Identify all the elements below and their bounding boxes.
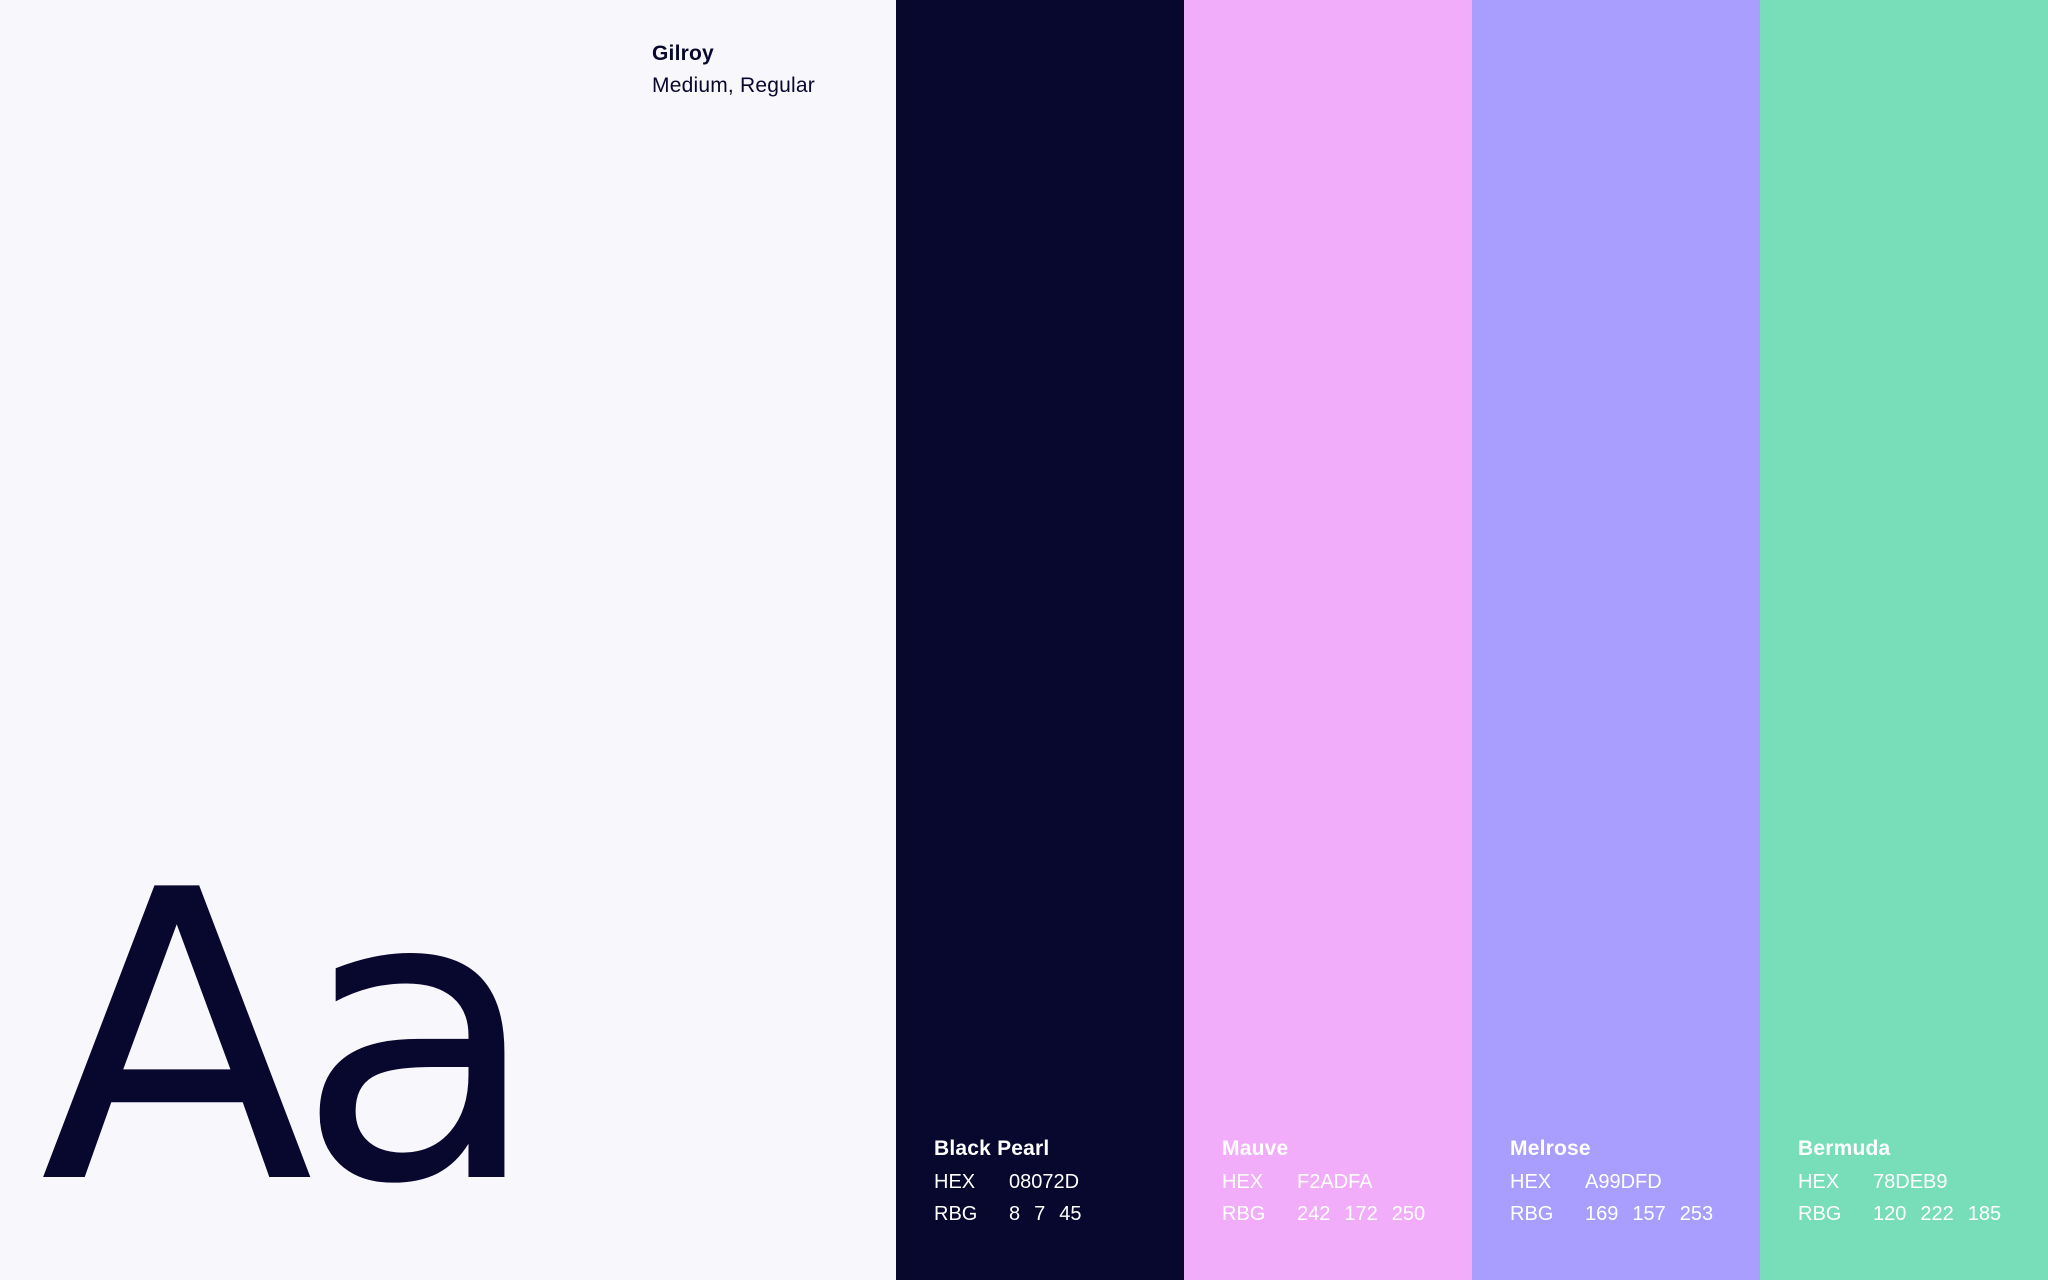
- typography-panel: Gilroy Medium, Regular Aa: [0, 0, 896, 1280]
- rgb-b-value: 253: [1679, 1203, 1714, 1225]
- hex-label: HEX: [934, 1171, 976, 1193]
- rgb-g-value: 7: [1034, 1203, 1046, 1225]
- rgb-g-value: 157: [1632, 1203, 1666, 1225]
- swatch-name: Black Pearl: [934, 1137, 1050, 1160]
- hex-label: HEX: [1510, 1171, 1552, 1193]
- hex-value: 78DEB9: [1873, 1171, 1948, 1193]
- swatch-rgb-row: RBG 120 222 185: [1798, 1203, 2015, 1226]
- rgb-b-value: 250: [1391, 1203, 1426, 1225]
- swatch-hex-row: HEX 08072D: [934, 1171, 1079, 1194]
- swatch-hex-row: HEX A99DFD: [1510, 1171, 1662, 1194]
- swatch-melrose: Melrose HEX A99DFD RBG 169 157 253: [1472, 0, 1760, 1280]
- swatch-rgb-row: RBG 8 7 45: [934, 1203, 1096, 1226]
- rgb-b-value: 185: [1967, 1203, 2002, 1225]
- swatch-mauve: Mauve HEX F2ADFA RBG 242 172 250: [1184, 0, 1472, 1280]
- swatch-rgb-row: RBG 242 172 250: [1222, 1203, 1439, 1226]
- hex-value: A99DFD: [1585, 1171, 1662, 1193]
- swatch-hex-row: HEX F2ADFA: [1222, 1171, 1373, 1194]
- rgb-b-value: 45: [1059, 1203, 1082, 1225]
- rgb-g-value: 172: [1344, 1203, 1378, 1225]
- rgb-r-value: 120: [1873, 1203, 1907, 1225]
- swatch-name: Mauve: [1222, 1137, 1289, 1160]
- type-specimen: Aa: [40, 807, 541, 1272]
- hex-value: 08072D: [1009, 1171, 1080, 1193]
- rgb-label: RBG: [1222, 1203, 1266, 1225]
- swatch-hex-row: HEX 78DEB9: [1798, 1171, 1948, 1194]
- rgb-label: RBG: [934, 1203, 978, 1225]
- font-name: Gilroy: [652, 42, 714, 65]
- rgb-label: RBG: [1510, 1203, 1554, 1225]
- hex-label: HEX: [1222, 1171, 1264, 1193]
- hex-value: F2ADFA: [1297, 1171, 1373, 1193]
- swatch-black-pearl: Black Pearl HEX 08072D RBG 8 7 45: [896, 0, 1184, 1280]
- swatch-bermuda: Bermuda HEX 78DEB9 RBG 120 222 185: [1760, 0, 2048, 1280]
- rgb-g-value: 222: [1920, 1203, 1954, 1225]
- font-weights: Medium, Regular: [652, 74, 815, 97]
- hex-label: HEX: [1798, 1171, 1840, 1193]
- rgb-label: RBG: [1798, 1203, 1842, 1225]
- rgb-r-value: 242: [1297, 1203, 1331, 1225]
- swatch-name: Melrose: [1510, 1137, 1591, 1160]
- rgb-r-value: 8: [1009, 1203, 1021, 1225]
- rgb-r-value: 169: [1585, 1203, 1619, 1225]
- swatch-name: Bermuda: [1798, 1137, 1891, 1160]
- swatch-rgb-row: RBG 169 157 253: [1510, 1203, 1727, 1226]
